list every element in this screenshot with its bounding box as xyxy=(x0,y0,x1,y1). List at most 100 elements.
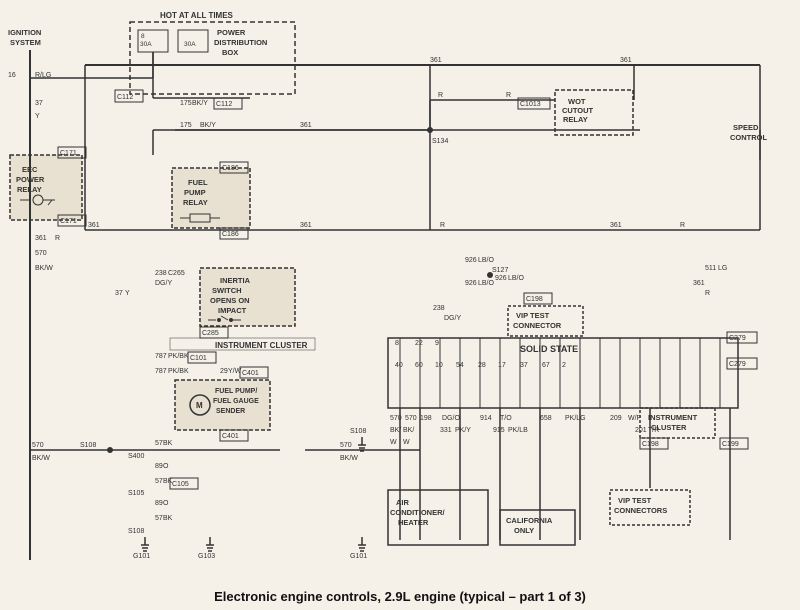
svg-text:SOLID STATE: SOLID STATE xyxy=(520,344,578,354)
svg-text:INSTRUMENT: INSTRUMENT xyxy=(648,413,698,422)
svg-text:G103: G103 xyxy=(198,553,215,560)
svg-text:FUEL PUMP/: FUEL PUMP/ xyxy=(215,388,257,395)
svg-text:W: W xyxy=(390,439,397,446)
svg-text:209: 209 xyxy=(610,415,622,422)
svg-text:BK/: BK/ xyxy=(403,427,414,434)
svg-text:2: 2 xyxy=(562,362,566,369)
svg-text:175: 175 xyxy=(180,100,192,107)
svg-text:C1013: C1013 xyxy=(520,101,541,108)
svg-text:C285: C285 xyxy=(202,330,219,337)
svg-text:37: 37 xyxy=(520,362,528,369)
svg-text:926: 926 xyxy=(495,275,507,282)
svg-text:198: 198 xyxy=(420,415,432,422)
svg-text:W: W xyxy=(403,439,410,446)
svg-text:22: 22 xyxy=(415,340,423,347)
svg-text:BK/Y: BK/Y xyxy=(192,100,208,107)
svg-text:57: 57 xyxy=(155,515,163,522)
svg-text:S105: S105 xyxy=(128,490,144,497)
svg-text:C101: C101 xyxy=(190,355,207,362)
wiring-diagram: HOT AT ALL TIMES 8 30A 30A POWER DISTRIB… xyxy=(0,0,800,580)
svg-text:PK/LG: PK/LG xyxy=(565,415,586,422)
svg-text:175: 175 xyxy=(180,122,192,129)
svg-text:VIP TEST: VIP TEST xyxy=(516,311,550,320)
svg-text:G101: G101 xyxy=(133,553,150,560)
svg-text:57: 57 xyxy=(155,478,163,485)
svg-text:LG: LG xyxy=(718,265,727,272)
svg-text:8: 8 xyxy=(395,340,399,347)
svg-text:PUMP: PUMP xyxy=(184,188,206,197)
svg-text:BK/W: BK/W xyxy=(32,455,50,462)
svg-text:9: 9 xyxy=(435,340,439,347)
svg-text:S108: S108 xyxy=(128,528,144,535)
svg-text:RELAY: RELAY xyxy=(183,198,208,207)
svg-text:361: 361 xyxy=(430,57,442,64)
svg-text:Y: Y xyxy=(125,290,130,297)
svg-text:LB/O: LB/O xyxy=(508,275,525,282)
svg-text:C171: C171 xyxy=(60,150,77,157)
svg-text:RELAY: RELAY xyxy=(563,115,588,124)
svg-text:361: 361 xyxy=(88,222,100,229)
svg-text:914: 914 xyxy=(480,415,492,422)
svg-text:201: 201 xyxy=(635,427,647,434)
svg-text:SWITCH: SWITCH xyxy=(212,286,242,295)
svg-text:PK/BK: PK/BK xyxy=(168,353,189,360)
svg-text:CONNECTORS: CONNECTORS xyxy=(614,506,667,515)
svg-text:DG/Y: DG/Y xyxy=(444,315,461,322)
svg-text:O: O xyxy=(163,500,169,507)
svg-text:10: 10 xyxy=(435,362,443,369)
svg-text:C186: C186 xyxy=(222,165,239,172)
svg-text:BK/W: BK/W xyxy=(340,455,358,462)
svg-text:570: 570 xyxy=(35,250,47,257)
svg-text:HOT AT ALL TIMES: HOT AT ALL TIMES xyxy=(160,11,234,20)
svg-text:361: 361 xyxy=(610,222,622,229)
svg-text:C171: C171 xyxy=(60,218,77,225)
svg-text:C279: C279 xyxy=(729,335,746,342)
svg-text:30A: 30A xyxy=(140,41,152,48)
svg-text:S400: S400 xyxy=(128,453,144,460)
svg-text:C279: C279 xyxy=(729,361,746,368)
svg-text:POWER: POWER xyxy=(217,28,246,37)
svg-text:SENDER: SENDER xyxy=(216,408,245,415)
svg-text:S127: S127 xyxy=(492,267,508,274)
svg-text:S134: S134 xyxy=(432,138,448,145)
svg-text:89: 89 xyxy=(155,463,163,470)
svg-text:R: R xyxy=(438,92,443,99)
svg-text:O: O xyxy=(163,463,169,470)
svg-text:HEATER: HEATER xyxy=(398,518,429,527)
svg-text:T/O: T/O xyxy=(500,415,512,422)
svg-text:37: 37 xyxy=(115,290,123,297)
svg-text:R: R xyxy=(55,235,60,242)
svg-text:37: 37 xyxy=(35,100,43,107)
svg-text:BOX: BOX xyxy=(222,48,238,57)
svg-text:30A: 30A xyxy=(184,41,196,48)
svg-text:C112: C112 xyxy=(117,94,133,101)
svg-text:PK/BK: PK/BK xyxy=(168,368,189,375)
svg-text:DG/Y: DG/Y xyxy=(155,280,172,287)
svg-text:S108: S108 xyxy=(350,428,366,435)
diagram-caption: Electronic engine controls, 2.9L engine … xyxy=(0,589,800,604)
svg-text:CLUSTER: CLUSTER xyxy=(651,423,687,432)
svg-text:40: 40 xyxy=(395,362,403,369)
svg-text:361: 361 xyxy=(300,222,312,229)
svg-text:AIR: AIR xyxy=(396,498,410,507)
svg-text:R/LG: R/LG xyxy=(35,72,51,79)
svg-text:INSTRUMENT CLUSTER: INSTRUMENT CLUSTER xyxy=(215,341,308,350)
svg-text:787: 787 xyxy=(155,353,167,360)
svg-text:BK/W: BK/W xyxy=(35,265,53,272)
svg-text:LB/O: LB/O xyxy=(478,280,495,287)
svg-text:R: R xyxy=(506,92,511,99)
svg-text:361: 361 xyxy=(620,57,632,64)
svg-text:CONNECTOR: CONNECTOR xyxy=(513,321,562,330)
svg-text:C401: C401 xyxy=(222,433,239,440)
svg-text:DISTRIBUTION: DISTRIBUTION xyxy=(214,38,267,47)
svg-text:C105: C105 xyxy=(172,481,189,488)
svg-text:INERTIA: INERTIA xyxy=(220,276,251,285)
svg-text:89: 89 xyxy=(155,500,163,507)
svg-text:IGNITION: IGNITION xyxy=(8,28,41,37)
svg-text:915: 915 xyxy=(493,427,505,434)
svg-text:361: 361 xyxy=(35,235,47,242)
svg-text:IMPACT: IMPACT xyxy=(218,306,247,315)
svg-text:PK/LB: PK/LB xyxy=(508,427,528,434)
svg-text:60: 60 xyxy=(415,362,423,369)
svg-text:CONTROL: CONTROL xyxy=(730,133,767,142)
